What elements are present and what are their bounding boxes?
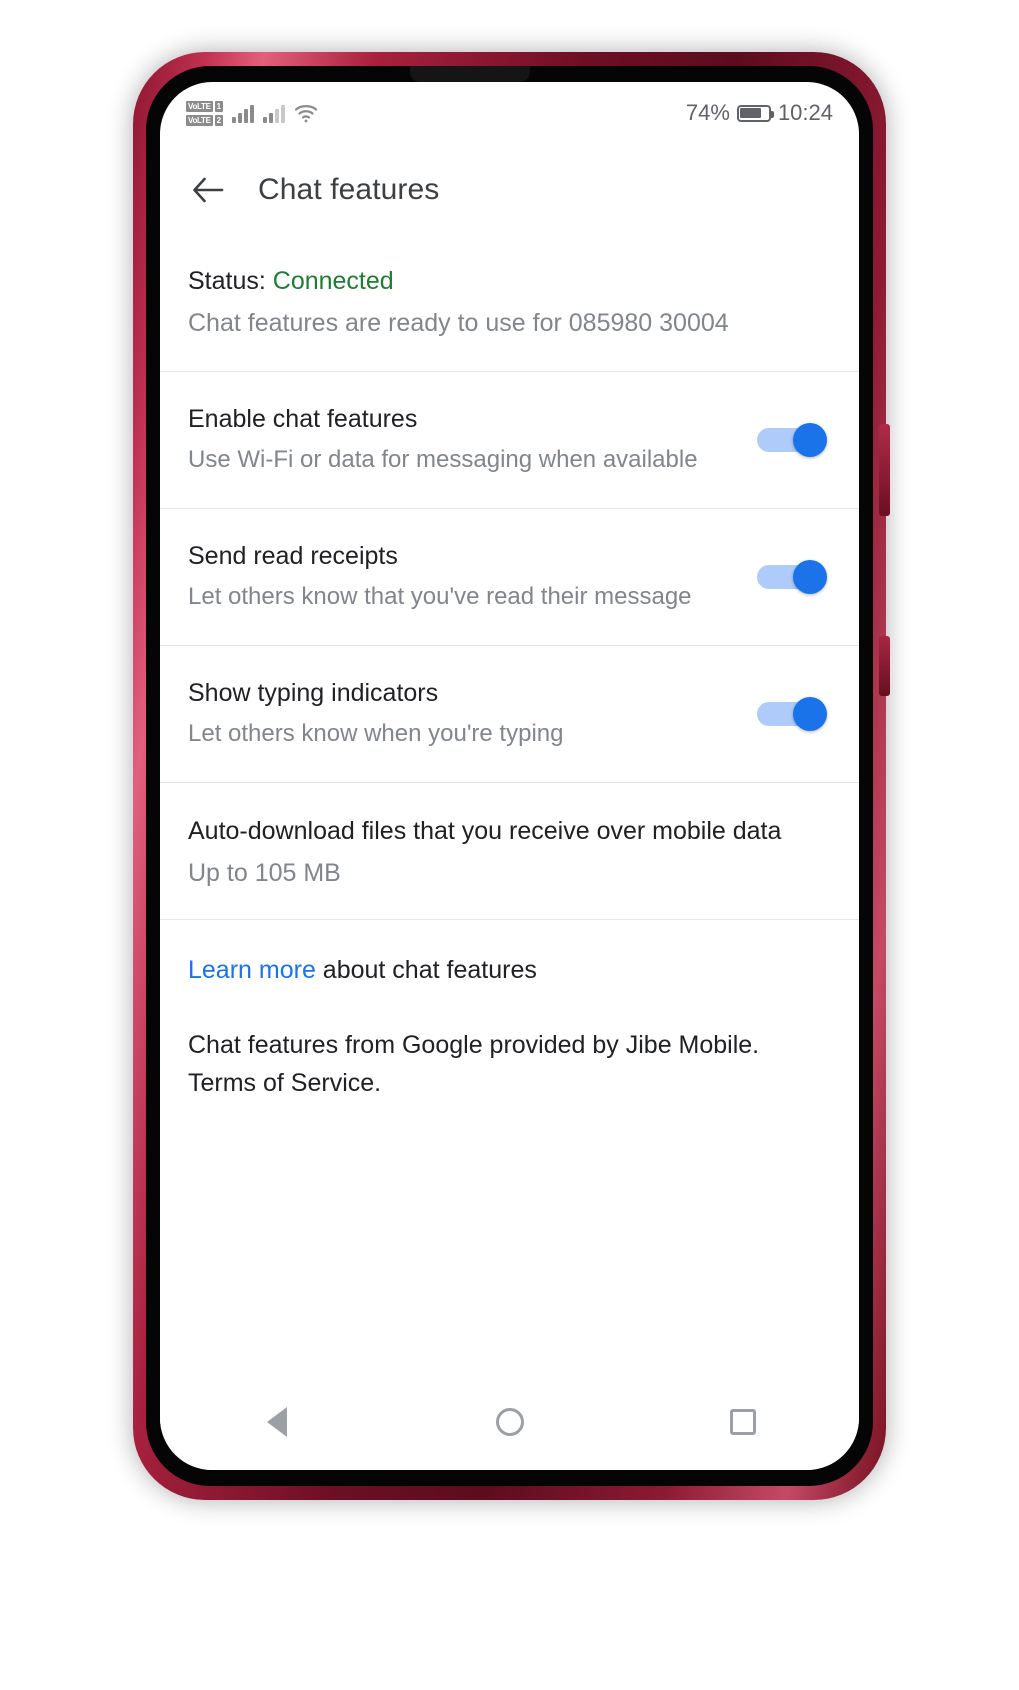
volte-icon: VoLTE (186, 100, 213, 112)
phone-screen: VoLTE 1 VoLTE 2 74% 10:24 Chat features … (160, 82, 859, 1470)
setting-title: Enable chat features (188, 405, 418, 433)
nav-recents-square-icon[interactable] (708, 1394, 778, 1450)
settings-content: Status: Connected Chat features are read… (160, 236, 859, 1102)
status-description: Chat features are ready to use for 08598… (188, 309, 729, 337)
status-bar: VoLTE 1 VoLTE 2 74% 10:24 (160, 82, 859, 144)
learn-more-suffix: about chat features (315, 956, 537, 984)
signal-bars-icon (232, 103, 255, 123)
volume-button[interactable] (879, 636, 890, 696)
app-bar: Chat features (160, 144, 859, 236)
sim1-number: 1 (214, 100, 224, 112)
learn-more-line: Learn more about chat features (188, 952, 831, 988)
setting-title: Send read receipts (188, 542, 398, 570)
auto-download-setting[interactable]: Auto-download files that you receive ove… (160, 783, 859, 919)
phone-notch (410, 66, 530, 82)
setting-row-show-typing-indicators[interactable]: Show typing indicators Let others know w… (160, 646, 859, 782)
volte-sim2: VoLTE 2 (186, 114, 224, 126)
status-label: Status: (188, 267, 273, 295)
volte-sim1: VoLTE 1 (186, 100, 224, 112)
nav-back-triangle-icon[interactable] (242, 1394, 312, 1450)
toggle-thumb (793, 697, 827, 731)
auto-download-value: Up to 105 MB (188, 859, 341, 887)
setting-subtitle: Let others know that you've read their m… (188, 583, 692, 610)
connection-status-section: Status: Connected Chat features are read… (160, 236, 859, 371)
signal-bars-icon (263, 103, 286, 123)
auto-download-title: Auto-download files that you receive ove… (188, 817, 782, 845)
status-badge: Connected (272, 267, 394, 295)
show-typing-indicators-toggle[interactable] (757, 697, 831, 731)
send-read-receipts-toggle[interactable] (757, 560, 831, 594)
learn-more-section: Learn more about chat features (160, 920, 859, 998)
setting-row-send-read-receipts[interactable]: Send read receipts Let others know that … (160, 509, 859, 645)
toggle-thumb (793, 560, 827, 594)
battery-percent: 74% (685, 100, 730, 125)
toggle-thumb (793, 423, 827, 457)
setting-row-enable-chat-features[interactable]: Enable chat features Use Wi-Fi or data f… (160, 372, 859, 508)
setting-subtitle: Use Wi-Fi or data for messaging when ava… (188, 446, 698, 473)
status-line: Status: Connected (188, 262, 831, 300)
enable-chat-features-toggle[interactable] (757, 423, 831, 457)
back-arrow-icon[interactable] (186, 168, 230, 212)
sim2-number: 2 (214, 114, 224, 126)
wifi-icon (294, 103, 318, 123)
setting-row-text: Send read receipts Let others know that … (188, 539, 757, 615)
android-nav-bar (160, 1374, 859, 1470)
setting-row-text: Enable chat features Use Wi-Fi or data f… (188, 402, 757, 478)
page-title: Chat features (258, 173, 440, 206)
nav-home-circle-icon[interactable] (475, 1394, 545, 1450)
learn-more-link[interactable]: Learn more (188, 956, 316, 984)
volte-icon: VoLTE (186, 114, 213, 126)
status-bar-left: VoLTE 1 VoLTE 2 (186, 100, 318, 126)
status-bar-right: 74% 10:24 (686, 100, 833, 126)
setting-subtitle: Let others know when you're typing (188, 720, 564, 747)
setting-row-text: Show typing indicators Let others know w… (188, 676, 757, 752)
power-button[interactable] (879, 424, 890, 516)
status-bar-clock: 10:24 (777, 100, 833, 125)
setting-title: Show typing indicators (188, 679, 439, 707)
volte-indicators: VoLTE 1 VoLTE 2 (186, 100, 224, 126)
battery-icon (736, 104, 774, 122)
provider-note: Chat features from Google provided by Ji… (188, 1031, 760, 1097)
